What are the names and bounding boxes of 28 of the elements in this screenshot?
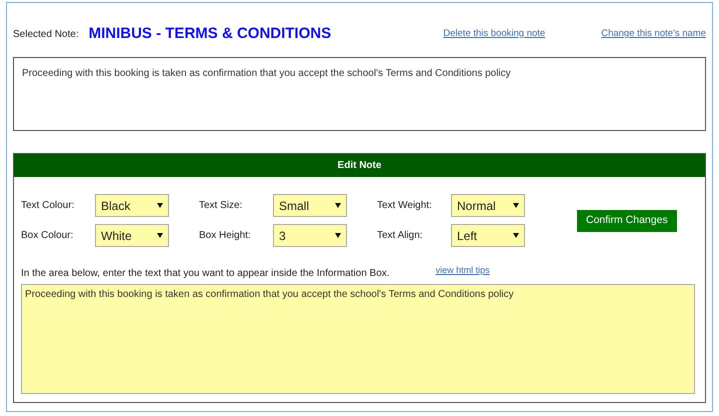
dropdown[interactable]: Left <box>451 224 525 247</box>
note-text-editor[interactable]: Proceeding with this booking is taken as confirmation that you accept the school's Terms and Conditions policy <box>21 284 695 394</box>
panel-header: Edit Note <box>14 154 705 177</box>
dropdown[interactable]: Black <box>95 194 169 217</box>
note-preview: Proceeding with this booking is taken as confirmation that you accept the school's Terms and Conditions policy <box>13 57 706 131</box>
setting-label: Box Colour: <box>21 229 74 243</box>
dropdown[interactable]: 3 <box>273 224 347 247</box>
instruction-text: In the area below, enter the text that you want to appear inside the Information Box. <box>21 267 390 281</box>
confirm-button[interactable]: Confirm Changes <box>577 210 677 232</box>
caret-icon <box>513 203 519 208</box>
setting-label: Text Colour: <box>21 199 76 213</box>
caret-icon <box>157 203 163 208</box>
rename-link[interactable]: Change this note's name <box>601 26 706 42</box>
setting-label: Text Align: <box>377 229 424 243</box>
delete-link[interactable]: Delete this booking note <box>443 26 546 42</box>
html-tips-link[interactable]: view html tips <box>436 264 490 278</box>
dropdown[interactable]: Small <box>273 194 347 217</box>
setting-label: Box Height: <box>199 229 252 243</box>
note-title: MINIBUS - TERMS & CONDITIONS <box>88 24 332 44</box>
caret-icon <box>335 203 341 208</box>
caret-icon <box>513 233 519 238</box>
caret-icon <box>157 233 163 238</box>
dropdown[interactable]: Normal <box>451 194 525 217</box>
setting-label: Text Size: <box>199 199 244 213</box>
dropdown[interactable]: White <box>95 224 169 247</box>
field-label: Selected Note: <box>13 28 79 42</box>
setting-label: Text Weight: <box>377 199 433 213</box>
caret-icon <box>335 233 341 238</box>
